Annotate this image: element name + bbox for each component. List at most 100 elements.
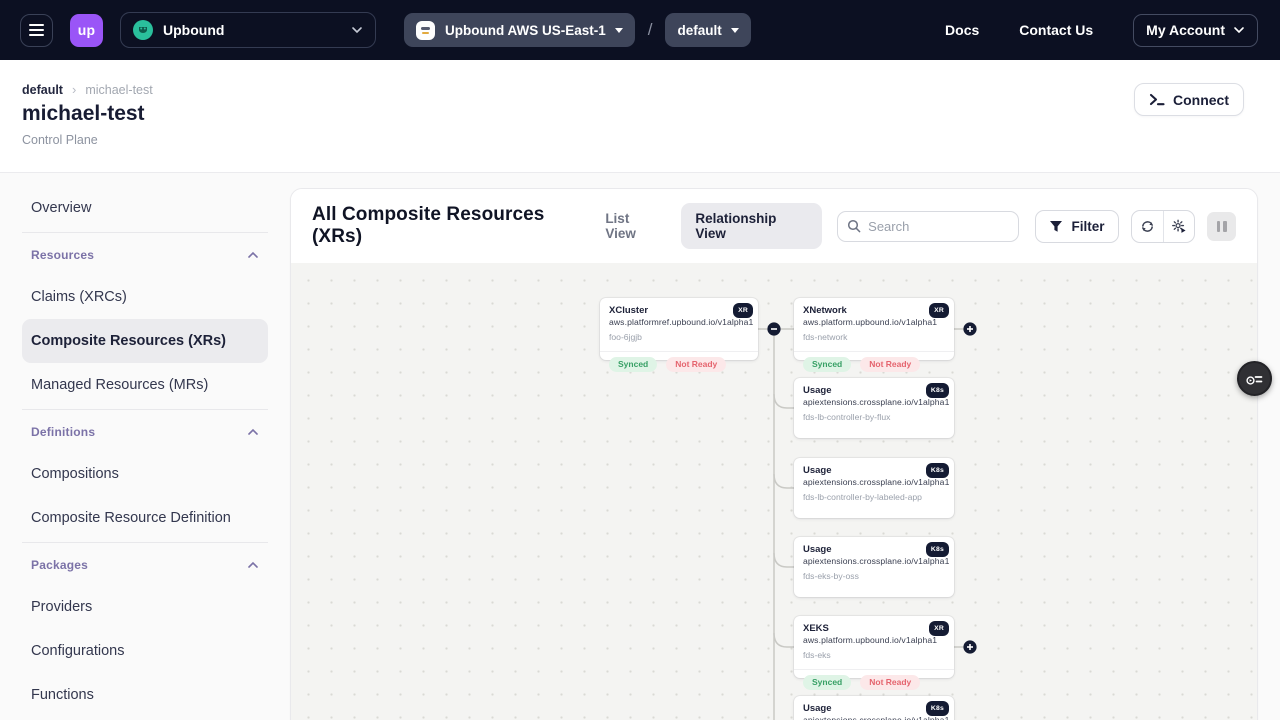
graph-node-xeks[interactable]: XEKS aws.platform.upbound.io/v1alpha1 fd… [794,616,954,678]
graph-node-usage-oss[interactable]: Usage apiextensions.crossplane.io/v1alph… [794,537,954,597]
node-kind: XCluster [609,305,749,317]
control-plane-selector[interactable]: Upbound AWS US-East-1 [404,13,635,47]
graph-node-xnetwork[interactable]: XNetwork aws.platform.upbound.io/v1alpha… [794,298,954,360]
hamburger-icon [29,24,44,26]
node-kind: Usage [803,385,945,397]
refresh-button[interactable] [1132,211,1163,242]
sidebar-item-composite-resources[interactable]: Composite Resources (XRs) [22,319,268,363]
view-toggle: List View Relationship View [595,203,822,249]
graph-node-xcluster[interactable]: XCluster aws.platformref.upbound.io/v1al… [600,298,758,360]
sidebar-item-overview[interactable]: Overview [22,186,268,230]
node-kind: Usage [803,465,945,477]
relationship-graph-canvas[interactable]: XCluster aws.platformref.upbound.io/v1al… [291,263,1257,720]
sidebar: Overview Resources Claims (XRCs) Composi… [0,173,290,720]
breadcrumb: default › michael-test [22,82,153,97]
node-api-version: apiextensions.crossplane.io/v1alpha1 [803,556,945,567]
refresh-icon [1140,219,1155,234]
node-kind: XEKS [803,623,945,635]
chevron-up-icon [247,428,259,436]
hamburger-menu-button[interactable] [20,14,53,47]
graph-node-usage-bottom[interactable]: Usage apiextensions.crossplane.io/v1alph… [794,696,954,720]
collapse-connector [767,322,780,335]
top-navbar: up Upbound Upbound AWS US-East-1 / defau… [0,0,1280,60]
org-selector-dropdown[interactable]: Upbound [120,12,376,48]
control-plane-icon [416,21,435,40]
not-ready-badge: Not Ready [860,675,920,690]
docs-link[interactable]: Docs [945,22,979,38]
not-ready-badge: Not Ready [860,357,920,372]
org-selector-label: Upbound [163,22,224,38]
sidebar-section-definitions[interactable]: Definitions [22,412,268,452]
graph-node-usage-labeled-app[interactable]: Usage apiextensions.crossplane.io/v1alph… [794,458,954,518]
pause-button[interactable] [1207,212,1236,241]
filter-button-label: Filter [1071,219,1104,234]
sidebar-divider [22,542,268,543]
sidebar-section-label: Resources [31,248,94,262]
breadcrumb-current: michael-test [85,83,152,97]
connect-button-label: Connect [1173,92,1229,108]
legend-icon [1246,372,1263,386]
sidebar-section-packages[interactable]: Packages [22,545,268,585]
page-header: default › michael-test michael-test Cont… [0,60,1280,173]
node-name: fds-network [803,332,945,342]
caret-down-icon [731,28,739,33]
chevron-down-icon [1233,26,1245,34]
synced-badge: Synced [803,675,851,690]
chevron-up-icon [247,251,259,259]
sidebar-item-claims[interactable]: Claims (XRCs) [22,275,268,319]
my-account-label: My Account [1146,22,1225,38]
main-panel: All Composite Resources (XRs) List View … [290,188,1258,720]
control-plane-label: Upbound AWS US-East-1 [445,23,606,38]
search-icon [847,219,861,233]
chevron-up-icon [247,561,259,569]
node-api-version: aws.platformref.upbound.io/v1alpha1 [609,317,749,328]
search-input-container [837,211,1019,242]
node-api-version: apiextensions.crossplane.io/v1alpha1 [803,477,945,488]
page-title: michael-test [22,102,145,126]
my-account-menu[interactable]: My Account [1133,14,1258,47]
pause-icon [1217,221,1221,232]
node-api-version: apiextensions.crossplane.io/v1alpha1 [803,397,945,408]
resource-type-badge: XR [929,303,949,318]
search-input[interactable] [868,219,1008,234]
run-operations-button[interactable] [1163,211,1195,242]
upbound-logo[interactable]: up [70,14,103,47]
resource-type-badge: XR [929,621,949,636]
connect-button[interactable]: Connect [1134,83,1244,116]
sidebar-item-providers[interactable]: Providers [22,585,268,629]
expand-connector [963,322,976,335]
breadcrumb-chevron-icon: › [72,82,76,97]
sidebar-item-compositions[interactable]: Compositions [22,452,268,496]
sidebar-section-label: Definitions [31,425,95,439]
filter-button[interactable]: Filter [1035,210,1118,243]
sidebar-item-xrd[interactable]: Composite Resource Definition [22,496,268,540]
node-api-version: aws.platform.upbound.io/v1alpha1 [803,317,945,328]
sidebar-item-configurations[interactable]: Configurations [22,629,268,673]
graph-legend-button[interactable] [1237,361,1272,396]
sidebar-item-functions[interactable]: Functions [22,673,268,717]
group-selector-label: default [677,23,721,38]
graph-node-usage-flux[interactable]: Usage apiextensions.crossplane.io/v1alph… [794,378,954,438]
page-subtitle: Control Plane [22,133,98,147]
sidebar-divider [22,409,268,410]
resource-type-badge: K8s [926,463,949,478]
resource-type-badge: K8s [926,701,949,716]
relationship-view-tab[interactable]: Relationship View [681,203,822,249]
org-avatar-icon [133,20,153,40]
node-kind: Usage [803,544,945,556]
graph-action-group [1131,210,1196,243]
contact-us-link[interactable]: Contact Us [1019,22,1093,38]
expand-connector [963,640,976,653]
sidebar-section-resources[interactable]: Resources [22,235,268,275]
synced-badge: Synced [609,357,657,372]
panel-toolbar: All Composite Resources (XRs) List View … [291,189,1257,263]
not-ready-badge: Not Ready [666,357,726,372]
breadcrumb-parent[interactable]: default [22,83,63,97]
list-view-tab[interactable]: List View [595,203,672,249]
terminal-icon [1149,93,1165,106]
resource-type-badge: K8s [926,383,949,398]
sidebar-item-managed-resources[interactable]: Managed Resources (MRs) [22,363,268,407]
synced-badge: Synced [803,357,851,372]
group-selector[interactable]: default [665,13,750,47]
node-name: fds-eks [803,650,945,660]
